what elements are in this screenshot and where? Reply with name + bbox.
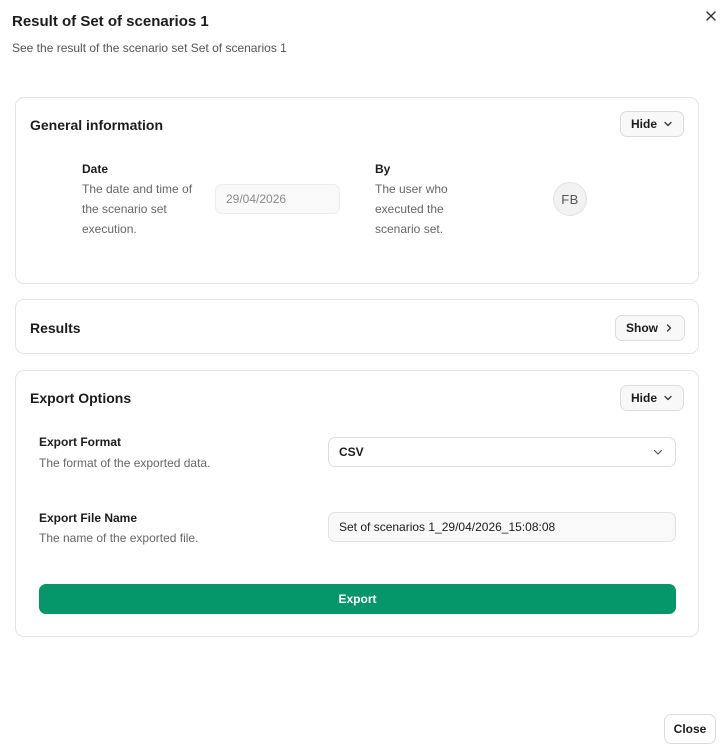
general-information-title: General information xyxy=(30,117,164,133)
date-description: The date and time of the scenario set ex… xyxy=(82,182,193,236)
export-format-label: Export Format xyxy=(39,435,122,449)
export-file-name-input[interactable] xyxy=(328,512,676,542)
export-file-name-description: The name of the exported file. xyxy=(39,531,199,545)
export-button[interactable]: Export xyxy=(39,584,676,614)
close-button[interactable]: Close xyxy=(664,714,716,744)
export-options-title: Export Options xyxy=(30,390,132,406)
avatar: FB xyxy=(553,182,587,216)
dialog-subtitle: See the result of the scenario set Set o… xyxy=(12,41,287,55)
export-format-description: The format of the exported data. xyxy=(39,456,211,470)
hide-button-label: Hide xyxy=(631,391,658,405)
date-label: Date xyxy=(82,162,109,176)
results-title: Results xyxy=(30,320,81,336)
show-button-label: Show xyxy=(626,321,658,335)
close-dialog-button[interactable] xyxy=(701,6,721,26)
close-icon xyxy=(706,11,716,21)
export-file-name-label: Export File Name xyxy=(39,511,138,525)
chevron-down-icon xyxy=(653,449,663,455)
general-information-hide-button[interactable]: Hide xyxy=(620,111,685,137)
dialog-title: Result of Set of scenarios 1 xyxy=(12,13,209,30)
export-format-value: CSV xyxy=(339,445,364,459)
by-description: The user who executed the scenario set. xyxy=(375,182,448,236)
export-options-hide-button[interactable]: Hide xyxy=(620,385,685,411)
by-label: By xyxy=(375,162,391,176)
export-options-card: Export Options Hide Export Format The fo… xyxy=(15,370,699,637)
results-card: Results Show xyxy=(15,299,699,354)
chevron-down-icon xyxy=(664,121,672,127)
results-show-button[interactable]: Show xyxy=(615,315,685,341)
export-format-select[interactable]: CSV xyxy=(328,437,676,467)
general-information-card: General information Hide Date The date a… xyxy=(15,97,699,284)
chevron-right-icon xyxy=(666,324,672,332)
chevron-down-icon xyxy=(664,395,672,401)
date-input xyxy=(215,184,340,214)
hide-button-label: Hide xyxy=(631,117,658,131)
